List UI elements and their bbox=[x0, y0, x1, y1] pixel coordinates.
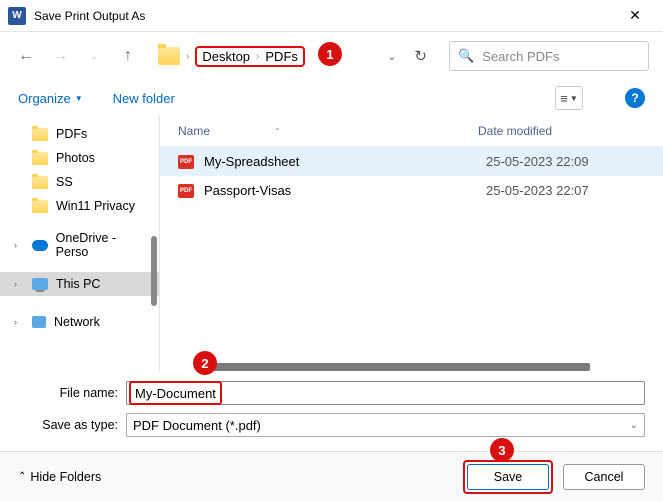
chevron-up-icon: ⌃ bbox=[18, 471, 26, 482]
sidebar-item-ss[interactable]: SS bbox=[0, 170, 159, 194]
sidebar-label: SS bbox=[56, 175, 73, 189]
chevron-right-icon: › bbox=[14, 317, 24, 327]
window-title: Save Print Output As bbox=[34, 9, 615, 23]
forward-button[interactable]: → bbox=[48, 44, 72, 68]
save-button[interactable]: Save bbox=[467, 464, 549, 490]
sidebar-item-pdfs[interactable]: PDFs bbox=[0, 122, 159, 146]
saveastype-value: PDF Document (*.pdf) bbox=[133, 418, 261, 433]
back-button[interactable]: ← bbox=[14, 44, 38, 68]
chevron-right-icon: › bbox=[14, 240, 24, 250]
sort-asc-icon: ⌃ bbox=[274, 127, 281, 136]
horizontal-scrollbar[interactable] bbox=[200, 363, 590, 371]
sidebar-item-onedrive[interactable]: › OneDrive - Perso bbox=[0, 226, 159, 264]
navigation-sidebar: PDFs Photos SS Win11 Privacy › OneDrive -… bbox=[0, 116, 160, 371]
file-list-header: Name ⌃ Date modified bbox=[160, 116, 663, 147]
sidebar-item-network[interactable]: › Network bbox=[0, 310, 159, 334]
sidebar-label: Network bbox=[54, 315, 100, 329]
address-dropdown-icon[interactable]: ⌄ bbox=[387, 50, 396, 63]
annotation-badge-3: 3 bbox=[490, 438, 514, 462]
file-date: 25-05-2023 22:07 bbox=[486, 183, 589, 198]
filename-row: File name: My-Document bbox=[18, 381, 645, 405]
sidebar-label: OneDrive - Perso bbox=[56, 231, 151, 259]
filename-value: My-Document bbox=[135, 386, 216, 401]
search-input[interactable]: 🔍 Search PDFs bbox=[449, 41, 649, 71]
sidebar-scrollbar[interactable] bbox=[151, 236, 157, 306]
chevron-right-icon: › bbox=[256, 51, 259, 62]
chevron-down-icon: ▼ bbox=[75, 94, 83, 103]
sidebar-item-photos[interactable]: Photos bbox=[0, 146, 159, 170]
sidebar-item-win11privacy[interactable]: Win11 Privacy bbox=[0, 194, 159, 218]
word-app-icon: W bbox=[8, 7, 26, 25]
hide-folders-label: Hide Folders bbox=[30, 470, 101, 484]
folder-icon bbox=[32, 176, 48, 189]
file-date: 25-05-2023 22:09 bbox=[486, 154, 589, 169]
up-button[interactable]: ↑ bbox=[116, 44, 140, 68]
nav-dropdown-icon[interactable]: ⌄ bbox=[82, 44, 106, 68]
sidebar-label: This PC bbox=[56, 277, 100, 291]
chevron-right-icon: › bbox=[14, 279, 24, 289]
toolbar: Organize ▼ New folder ≡ ▼ ? bbox=[0, 80, 663, 116]
breadcrumb[interactable]: Desktop › PDFs bbox=[195, 46, 305, 67]
search-icon: 🔍 bbox=[458, 48, 474, 64]
cancel-button[interactable]: Cancel bbox=[563, 464, 645, 490]
folder-icon bbox=[32, 128, 48, 141]
filename-input[interactable]: My-Document bbox=[126, 381, 645, 405]
saveastype-label: Save as type: bbox=[18, 418, 126, 432]
new-folder-button[interactable]: New folder bbox=[113, 91, 175, 106]
hide-folders-button[interactable]: ⌃ Hide Folders bbox=[18, 470, 101, 484]
sidebar-label: PDFs bbox=[56, 127, 87, 141]
organize-label: Organize bbox=[18, 91, 71, 106]
footer: ⌃ Hide Folders Save Cancel bbox=[0, 451, 663, 501]
file-row[interactable]: PDF Passport-Visas 25-05-2023 22:07 bbox=[160, 176, 663, 205]
folder-icon bbox=[32, 200, 48, 213]
close-button[interactable]: ✕ bbox=[615, 2, 655, 30]
organize-menu[interactable]: Organize ▼ bbox=[18, 91, 83, 106]
breadcrumb-pdfs[interactable]: PDFs bbox=[265, 49, 298, 64]
column-date[interactable]: Date modified bbox=[478, 124, 645, 138]
chevron-down-icon: ⌄ bbox=[630, 420, 638, 431]
main-area: PDFs Photos SS Win11 Privacy › OneDrive -… bbox=[0, 116, 663, 371]
saveastype-select[interactable]: PDF Document (*.pdf) ⌄ bbox=[126, 413, 645, 437]
cloud-icon bbox=[32, 240, 48, 251]
annotation-badge-1: 1 bbox=[318, 42, 342, 66]
pc-icon bbox=[32, 278, 48, 290]
titlebar: W Save Print Output As ✕ bbox=[0, 0, 663, 32]
file-row[interactable]: PDF My-Spreadsheet 25-05-2023 22:09 bbox=[160, 147, 663, 176]
view-options-button[interactable]: ≡ ▼ bbox=[555, 86, 583, 110]
sidebar-label: Photos bbox=[56, 151, 95, 165]
folder-icon bbox=[32, 152, 48, 165]
address-bar[interactable]: › Desktop › PDFs bbox=[158, 46, 305, 67]
file-name: My-Spreadsheet bbox=[204, 154, 486, 169]
sidebar-item-thispc[interactable]: › This PC bbox=[0, 272, 159, 296]
column-label: Name bbox=[178, 124, 210, 138]
search-placeholder: Search PDFs bbox=[482, 49, 559, 64]
save-button-annotation: Save bbox=[463, 460, 553, 494]
sidebar-label: Win11 Privacy bbox=[56, 199, 135, 213]
form-area: File name: My-Document Save as type: PDF… bbox=[0, 371, 663, 451]
refresh-button[interactable]: ↻ bbox=[414, 47, 427, 65]
folder-icon bbox=[158, 47, 180, 65]
navigation-bar: ← → ⌄ ↑ › Desktop › PDFs 1 ⌄ ↻ 🔍 Search … bbox=[0, 32, 663, 80]
file-name: Passport-Visas bbox=[204, 183, 486, 198]
column-name[interactable]: Name ⌃ bbox=[178, 124, 478, 138]
chevron-right-icon: › bbox=[186, 51, 189, 62]
annotation-badge-2: 2 bbox=[193, 351, 217, 375]
filename-label: File name: bbox=[18, 386, 126, 400]
breadcrumb-desktop[interactable]: Desktop bbox=[202, 49, 250, 64]
file-list: Name ⌃ Date modified PDF My-Spreadsheet 2… bbox=[160, 116, 663, 371]
pdf-icon: PDF bbox=[178, 155, 194, 169]
saveastype-row: Save as type: PDF Document (*.pdf) ⌄ bbox=[18, 413, 645, 437]
pdf-icon: PDF bbox=[178, 184, 194, 198]
help-button[interactable]: ? bbox=[625, 88, 645, 108]
network-icon bbox=[32, 316, 46, 328]
